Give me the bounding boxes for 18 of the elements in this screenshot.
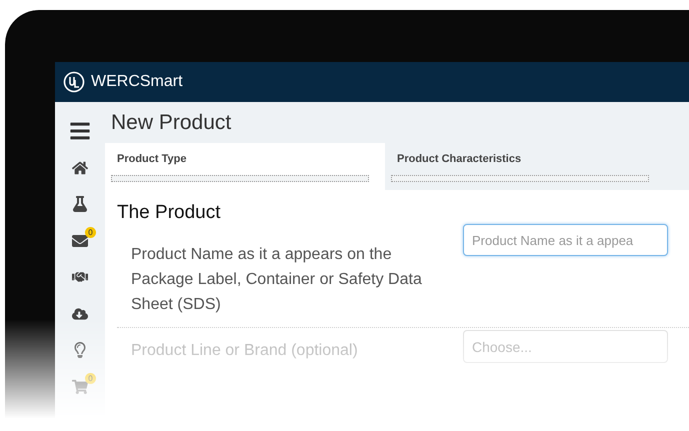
home-icon[interactable] — [72, 160, 88, 176]
input-field[interactable]: Product Name as it a appea — [463, 224, 668, 256]
count-badge: 0 — [85, 226, 96, 238]
menu-icon[interactable] — [69, 120, 91, 142]
field-label: Product Name as it a appears on the Package Label, Container or Safety Data Sheet (SDS) — [131, 245, 423, 315]
cloud-download-icon[interactable] — [72, 306, 88, 322]
flask-icon[interactable] — [72, 196, 88, 212]
step-tab[interactable]: Product Type — [105, 143, 385, 190]
logo-icon — [63, 71, 85, 93]
section-title: The Product — [117, 202, 222, 224]
app-name: WERCSmart — [91, 73, 183, 91]
page-title: New Product — [110, 110, 232, 136]
tab-label: Product Characteristics — [396, 153, 522, 165]
count-badge: 0 — [85, 372, 96, 384]
field-label: Product Line or Brand (optional) — [131, 341, 359, 361]
envelope-icon[interactable] — [72, 232, 88, 249]
tab-label: Product Type — [116, 153, 188, 165]
lightbulb-icon[interactable] — [72, 342, 88, 358]
